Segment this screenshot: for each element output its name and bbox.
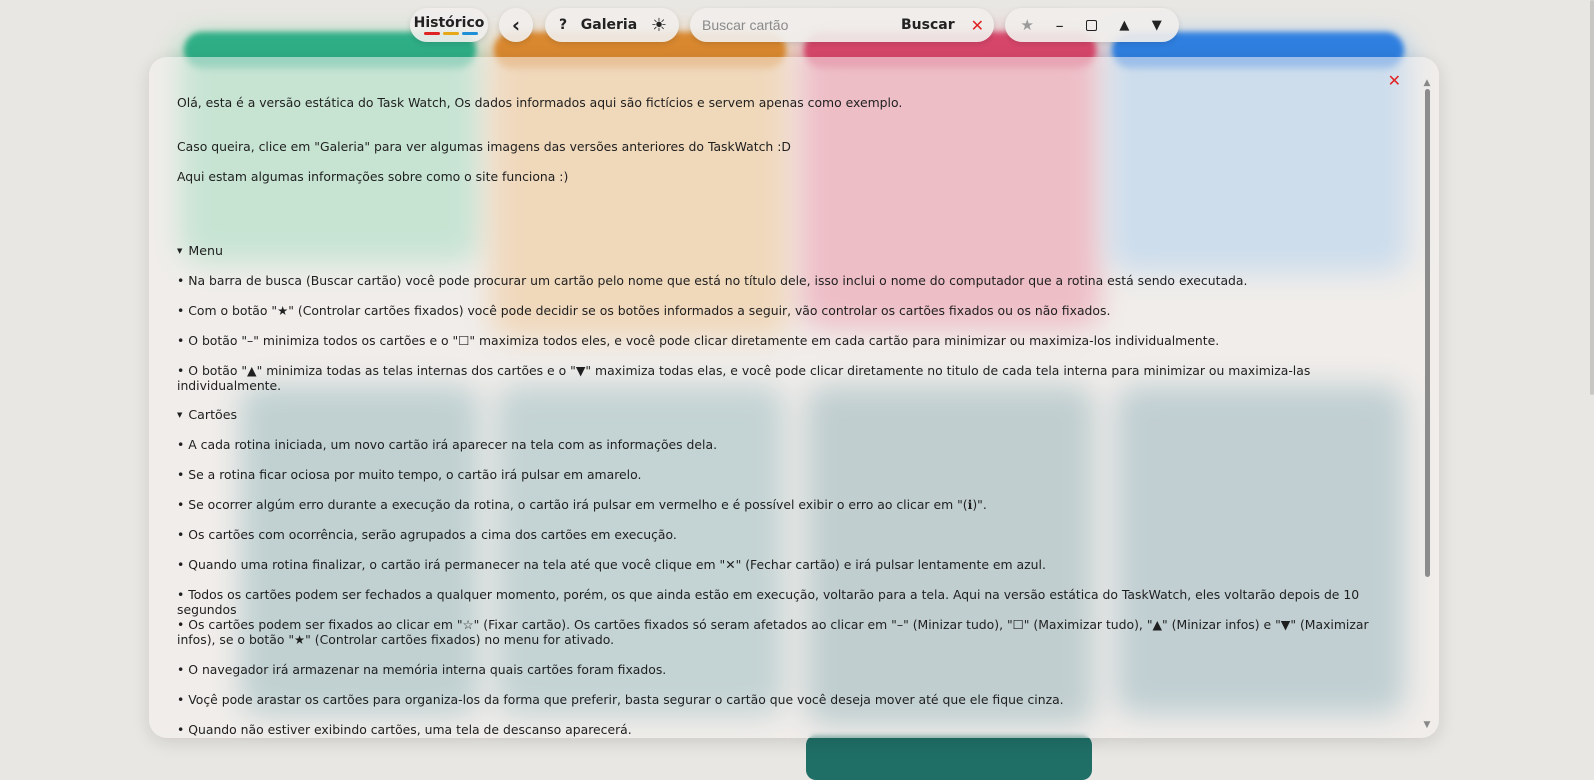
search-input[interactable] [702, 17, 887, 33]
cards-list-item: • O navegador irá armazenar na memória i… [177, 662, 667, 677]
cards-list-item: • Quando uma rotina finalizar, o cartão … [177, 557, 1046, 572]
cards-list-item: • Quando não estiver exibindo cartões, u… [177, 722, 632, 737]
menu-list-item: • Com o botão "★" (Controlar cartões fix… [177, 303, 1111, 318]
menu-section-title: Menu [188, 243, 223, 258]
historico-yellow-line [443, 32, 459, 35]
historico-button[interactable]: Histórico [414, 15, 485, 31]
sun-icon[interactable]: ☀ [651, 15, 667, 36]
star-icon[interactable]: ★ [1013, 11, 1041, 39]
galeria-button[interactable]: Galeria [581, 17, 637, 33]
menu-list-item: • O botão "–" minimiza todos os cartões … [177, 333, 1220, 348]
tools-pill: ★ – ▲ ▼ [1005, 8, 1179, 42]
info-modal: ✕ ▲ ▼ Olá, esta é a versão estática do T… [149, 57, 1439, 738]
square-icon [1086, 19, 1098, 31]
close-icon[interactable]: ✕ [1388, 71, 1401, 90]
chevron-left-icon[interactable]: ‹ [512, 13, 520, 37]
cards-list-item: • Todos os cartões podem ser fechados a … [177, 587, 1360, 617]
cards-list-item: • Voçê pode arastar os cartões para orga… [177, 692, 1064, 707]
search-button[interactable]: Buscar [901, 17, 955, 33]
scroll-up-icon[interactable]: ▲ [1423, 79, 1431, 88]
minimize-all-icon[interactable]: – [1046, 11, 1074, 39]
historico-pill[interactable]: Histórico [410, 8, 488, 42]
cards-list-item: • A cada rotina iniciada, um novo cartão… [177, 437, 718, 452]
cards-list-item: • Os cartões podem ser fixados ao clicar… [177, 617, 1369, 647]
modal-scrollbar[interactable]: ▲ ▼ [1423, 79, 1431, 730]
galeria-pill: ? Galeria ☀ [545, 8, 679, 42]
cards-list-item: • Se a rotina ficar ociosa por muito tem… [177, 467, 642, 482]
scrollbar-thumb[interactable] [1425, 89, 1430, 577]
historico-color-lines [424, 32, 478, 35]
search-pill: Buscar ✕ [690, 8, 994, 42]
maximize-all-button[interactable] [1078, 11, 1106, 39]
triangle-up-icon[interactable]: ▲ [1110, 11, 1138, 39]
menu-section-toggle[interactable]: ▼ Menu [177, 243, 223, 261]
help-button[interactable]: ? [559, 17, 567, 33]
modal-content: Olá, esta é a versão estática do Task Wa… [177, 95, 1391, 738]
scroll-down-icon[interactable]: ▼ [1423, 721, 1431, 730]
menu-list-item: • Na barra de busca (Buscar cartão) você… [177, 273, 1248, 288]
clear-search-icon[interactable]: ✕ [971, 16, 984, 35]
historico-red-line [424, 32, 440, 35]
cards-section-title: Cartões [188, 407, 238, 422]
menu-list-item: • O botão "▲" minimiza todas as telas in… [177, 363, 1311, 393]
cards-list-item: • Se ocorrer algúm erro durante a execuç… [177, 497, 987, 512]
background-card-footer [806, 735, 1092, 780]
cards-list-item: • Os cartões com ocorrência, serão agrup… [177, 527, 677, 542]
disclosure-triangle-icon: ▼ [177, 411, 183, 419]
intro-paragraph: Olá, esta é a versão estática do Task Wa… [177, 95, 903, 110]
historico-blue-line [462, 32, 478, 35]
intro-paragraph: Caso queira, clice em "Galeria" para ver… [177, 139, 791, 154]
back-pill[interactable]: ‹ [499, 8, 533, 42]
disclosure-triangle-icon: ▼ [177, 247, 183, 255]
intro-paragraph: Aqui estam algumas informações sobre com… [177, 169, 569, 184]
page-scrollbar[interactable] [1590, 0, 1594, 395]
triangle-down-icon[interactable]: ▼ [1143, 11, 1171, 39]
cards-section-toggle[interactable]: ▼ Cartões [177, 407, 237, 425]
